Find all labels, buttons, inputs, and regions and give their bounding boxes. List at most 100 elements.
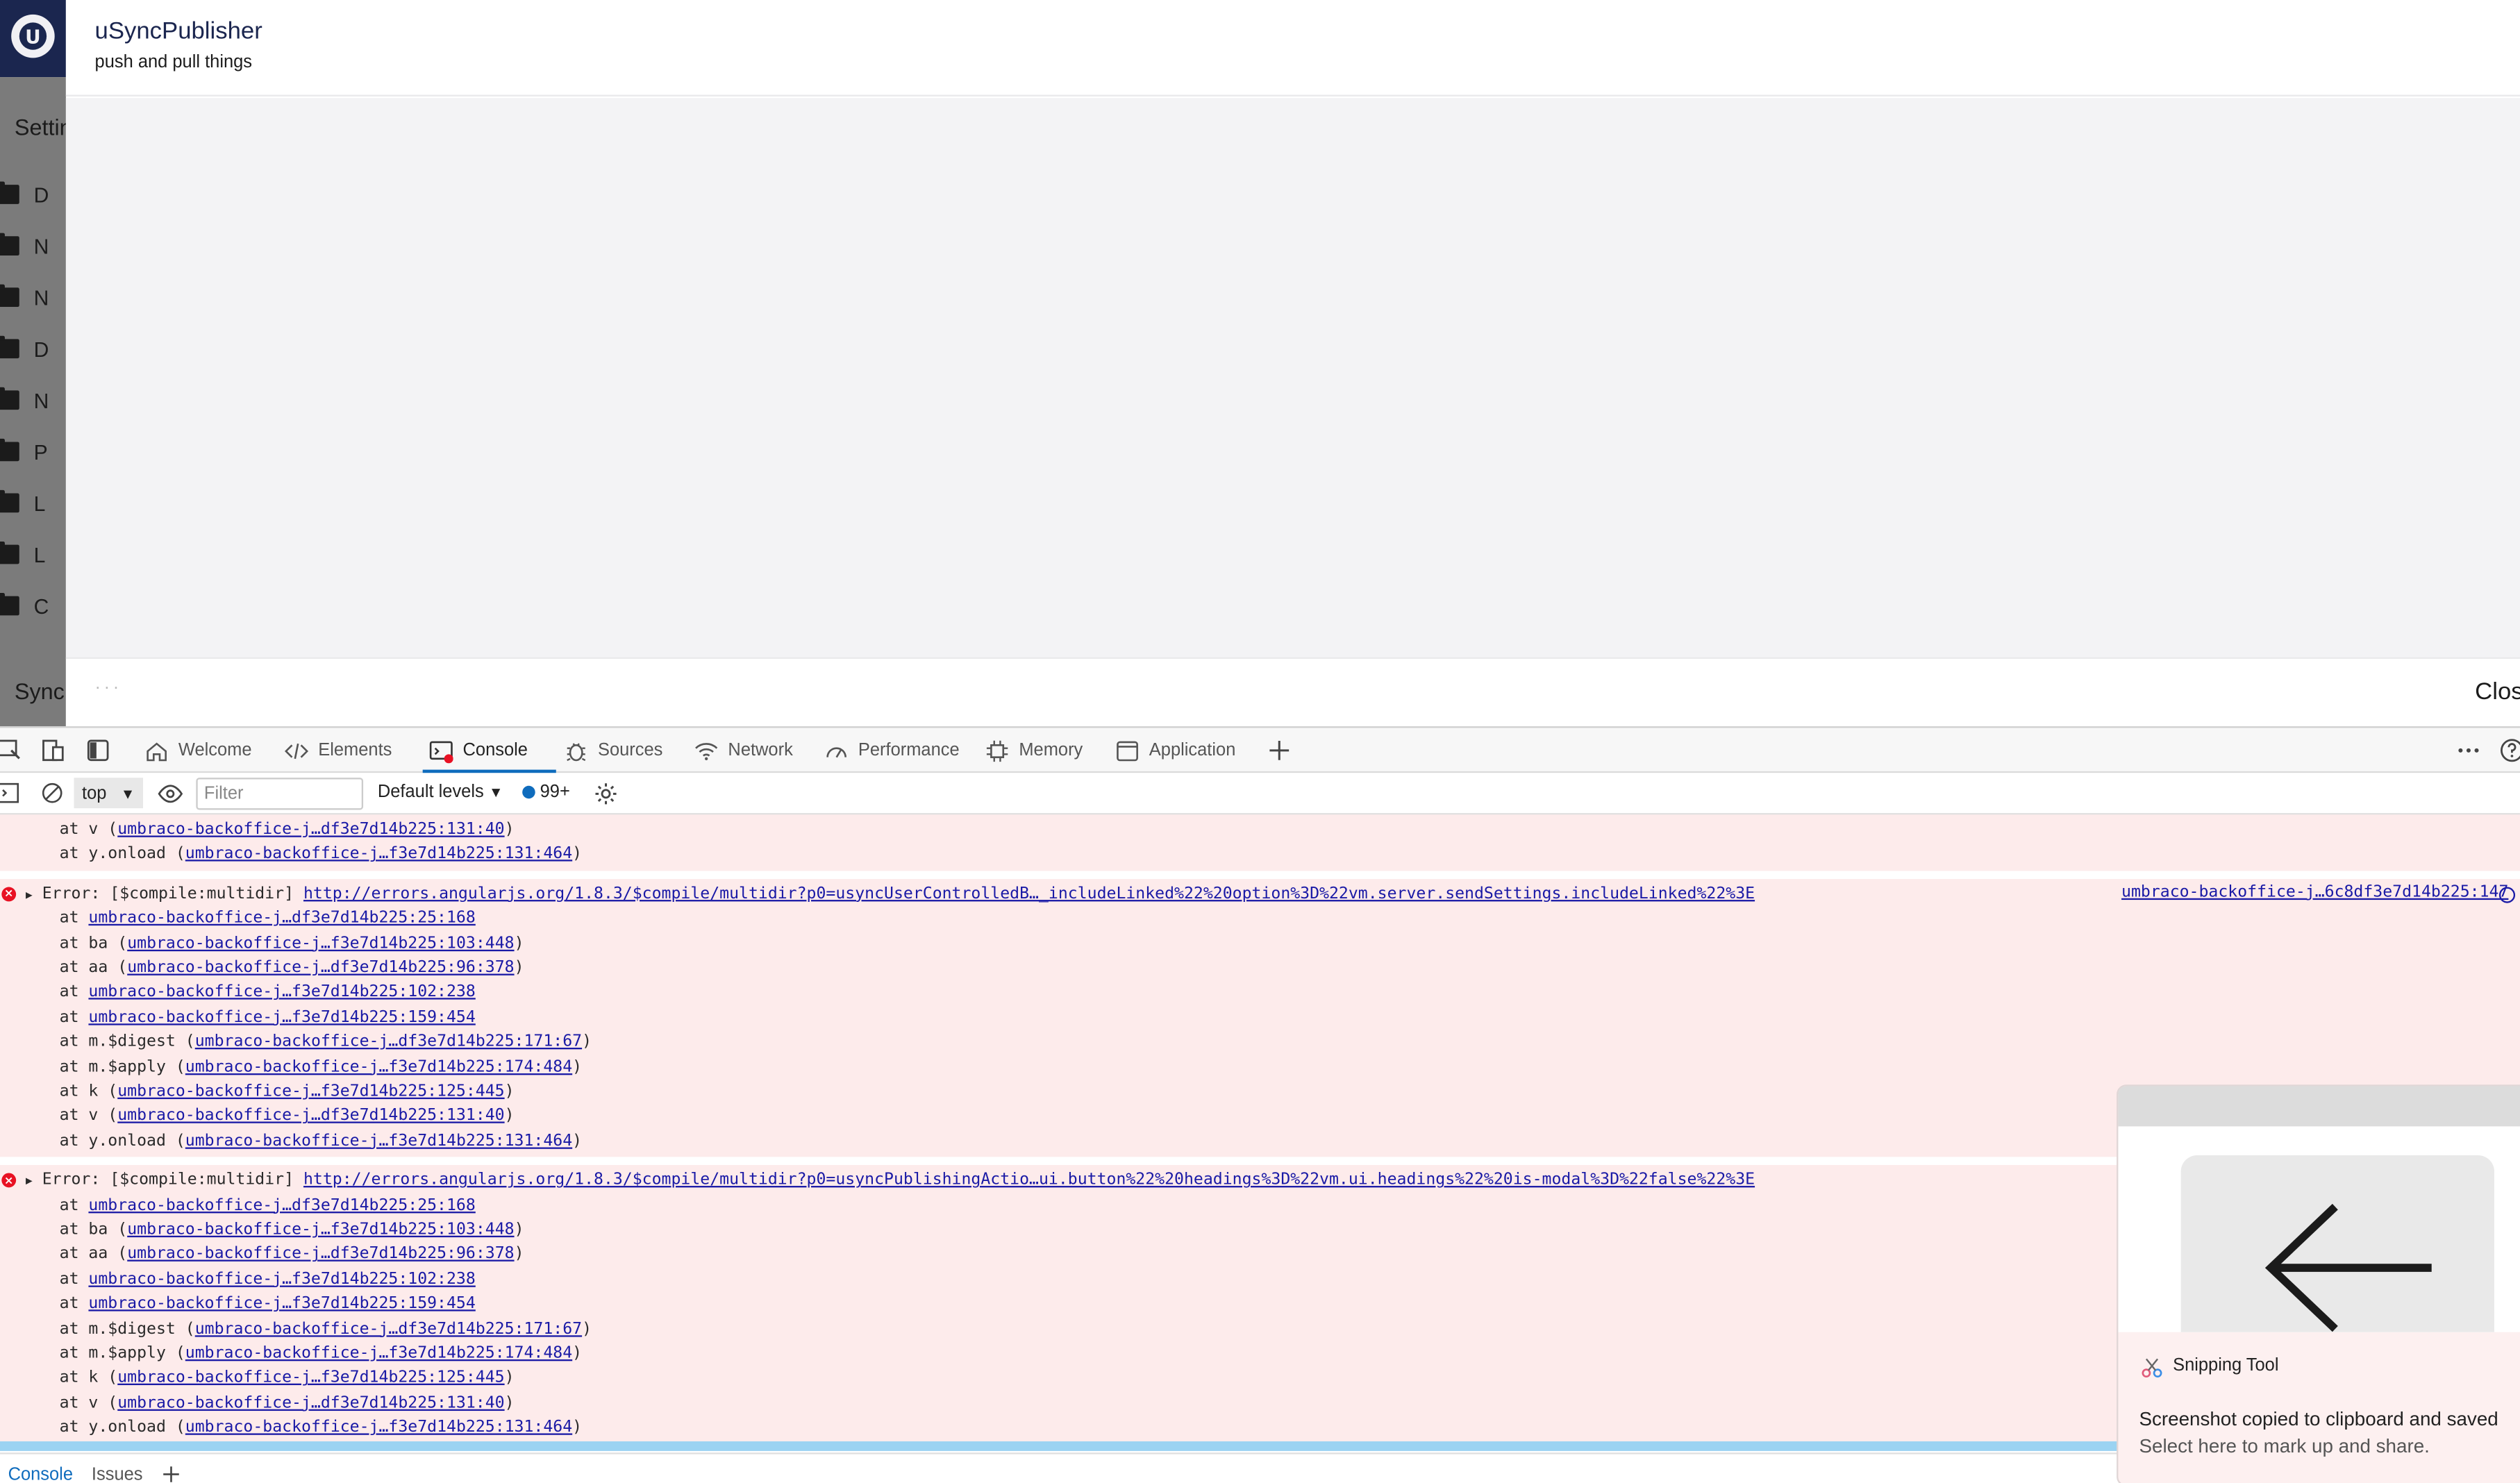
tree-item[interactable]: L <box>0 489 66 516</box>
dialog-footer: ··· Clos <box>65 657 2520 727</box>
settings-section-label: Settin <box>14 114 66 140</box>
stack-frame-link[interactable]: umbraco-backoffice-j…f3e7d14b225:125:445 <box>117 1370 504 1387</box>
screenshot-preview[interactable] <box>2118 1126 2520 1332</box>
inspect-element-icon[interactable] <box>0 737 22 763</box>
context-selector[interactable]: top ▼ <box>74 778 143 809</box>
stack-frame-link[interactable]: umbraco-backoffice-j…f3e7d14b225:131:464 <box>185 1132 572 1150</box>
toggle-sidebar-icon[interactable] <box>85 737 111 763</box>
stack-frame-link[interactable]: umbraco-backoffice-j…f3e7d14b225:103:448 <box>127 1221 514 1239</box>
stack-frame-link[interactable]: umbraco-backoffice-j…df3e7d14b225:171:67 <box>195 1034 582 1051</box>
clear-console-icon[interactable] <box>40 781 65 805</box>
tab-performance[interactable]: Performance <box>824 728 960 773</box>
tab-memory[interactable]: Memory <box>985 728 1083 773</box>
add-drawer-tab-icon[interactable] <box>160 1464 181 1483</box>
tab-network-label: Network <box>728 740 793 760</box>
drawer-tab-console[interactable]: Console <box>8 1466 73 1483</box>
stack-frame: at ba (umbraco-backoffice-j…f3e7d14b225:… <box>0 931 524 956</box>
stack-frame-link[interactable]: umbraco-backoffice-j…df3e7d14b225:96:378 <box>127 1246 514 1264</box>
tab-console-label: Console <box>462 740 528 760</box>
tree-item[interactable]: L <box>0 541 66 567</box>
stack-frame-link[interactable]: umbraco-backoffice-j…df3e7d14b225:96:378 <box>127 960 514 977</box>
stack-frame-text: at <box>59 1271 89 1289</box>
stack-frame: at aa (umbraco-backoffice-j…df3e7d14b225… <box>0 1243 524 1268</box>
error-source-link[interactable]: umbraco-backoffice-j…6c8df3e7d14b225:147 <box>2121 883 2508 900</box>
stack-frame-text: at <box>59 1008 89 1027</box>
tree-item[interactable]: C <box>0 593 66 619</box>
stack-frame-link[interactable]: umbraco-backoffice-j…f3e7d14b225:174:484 <box>185 1058 572 1075</box>
live-expression-eye-icon[interactable] <box>158 781 183 807</box>
tree-item[interactable]: P <box>0 438 66 464</box>
close-button[interactable]: Clos <box>2475 678 2520 705</box>
tab-application-label: Application <box>1149 740 1236 760</box>
error-message[interactable]: ▶ Error: [$compile:multidir] http://erro… <box>26 882 1755 907</box>
stack-frame-text: at <box>59 1196 89 1214</box>
stack-frame-text: at v ( <box>59 821 118 839</box>
tab-network[interactable]: Network <box>694 728 793 773</box>
stack-frame-link[interactable]: umbraco-backoffice-j…df3e7d14b225:131:40 <box>117 1108 504 1125</box>
console-toolbar: top ▼ Default levels ▼ 99+ <box>0 773 2520 815</box>
message-count-badge[interactable]: 99+ <box>522 782 570 802</box>
stack-frame: at m.$digest (umbraco-backoffice-j…df3e7… <box>0 1030 592 1055</box>
bug-icon <box>567 742 586 761</box>
stack-frame-link[interactable]: umbraco-backoffice-j…f3e7d14b225:159:454 <box>88 1009 475 1026</box>
tab-welcome[interactable]: Welcome <box>144 728 252 773</box>
log-levels-dropdown[interactable]: Default levels ▼ <box>378 782 503 802</box>
stack-frame-link[interactable]: umbraco-backoffice-j…df3e7d14b225:131:40 <box>117 821 504 839</box>
stack-frame-link[interactable]: umbraco-backoffice-j…f3e7d14b225:103:448 <box>127 935 514 952</box>
notification-submessage: Select here to mark up and share. <box>2139 1434 2430 1458</box>
stack-frame-link[interactable]: umbraco-backoffice-j…f3e7d14b225:131:464 <box>185 846 572 863</box>
tree-item[interactable]: N <box>0 233 66 259</box>
error-message[interactable]: ▶ Error: [$compile:multidir] http://erro… <box>26 1168 1755 1193</box>
expand-triangle-icon[interactable]: ▶ <box>26 1175 33 1188</box>
folder-icon <box>0 438 19 462</box>
settings-gear-icon[interactable] <box>593 781 619 807</box>
stack-frame-text: ) <box>582 1033 592 1052</box>
folder-icon <box>0 541 19 564</box>
stack-frame-link[interactable]: umbraco-backoffice-j…f3e7d14b225:174:484 <box>185 1345 572 1362</box>
more-options-icon[interactable] <box>2455 737 2481 763</box>
tree-item[interactable]: N <box>0 387 66 413</box>
stack-frame-link[interactable]: umbraco-backoffice-j…df3e7d14b225:171:67 <box>195 1321 582 1338</box>
stack-frame-link[interactable]: umbraco-backoffice-j…f3e7d14b225:159:454 <box>88 1296 475 1313</box>
show-sidebar-icon[interactable] <box>0 781 21 805</box>
stack-frame-link[interactable]: umbraco-backoffice-j…df3e7d14b225:131:40 <box>117 1394 504 1411</box>
tree-item-label: L <box>33 542 46 567</box>
tree-item[interactable]: D <box>0 181 66 208</box>
help-icon[interactable] <box>2499 737 2520 763</box>
error-prefix: Error: [$compile:multidir] <box>42 885 303 903</box>
device-emulation-icon[interactable] <box>40 737 66 763</box>
stack-frame: at v (umbraco-backoffice-j…df3e7d14b225:… <box>0 818 515 843</box>
stack-frame-text: ) <box>572 1419 583 1437</box>
tab-elements-label: Elements <box>318 740 392 760</box>
dialog-body <box>65 98 2520 657</box>
stack-frame-text: at aa ( <box>59 1246 128 1264</box>
chip-icon <box>986 739 1008 762</box>
tab-sources[interactable]: Sources <box>564 728 662 773</box>
snipping-tool-notification[interactable]: Snipping Tool Screenshot copied to clipb… <box>2117 1084 2520 1483</box>
wifi-icon <box>695 742 718 760</box>
folder-icon <box>0 335 19 359</box>
stack-frame-text: at m.$apply ( <box>59 1058 185 1076</box>
tab-application[interactable]: Application <box>1115 728 1235 773</box>
expand-triangle-icon[interactable]: ▶ <box>26 888 33 901</box>
stack-frame-text: at <box>59 1295 89 1314</box>
stack-frame-link[interactable]: umbraco-backoffice-j…f3e7d14b225:102:238 <box>88 1271 475 1288</box>
umbraco-logo-icon[interactable]: U <box>11 14 55 58</box>
error-url-link[interactable]: http://errors.angularjs.org/1.8.3/$compi… <box>303 885 1755 903</box>
tab-elements[interactable]: Elements <box>284 728 392 773</box>
console-filter-input[interactable] <box>196 778 364 810</box>
dialog-title: uSyncPublisher <box>94 17 262 45</box>
error-url-link[interactable]: http://errors.angularjs.org/1.8.3/$compi… <box>303 1172 1755 1189</box>
stack-frame-link[interactable]: umbraco-backoffice-j…df3e7d14b225:25:168 <box>88 1196 475 1214</box>
drawer-tab-issues[interactable]: Issues <box>92 1466 143 1483</box>
stack-frame-link[interactable]: umbraco-backoffice-j…df3e7d14b225:25:168 <box>88 910 475 927</box>
stack-frame-link[interactable]: umbraco-backoffice-j…f3e7d14b225:131:464 <box>185 1419 572 1436</box>
tab-console[interactable]: Console <box>422 728 558 775</box>
add-tab-icon[interactable] <box>1267 737 1292 763</box>
tree-item[interactable]: D <box>0 335 66 362</box>
tree-item[interactable]: N <box>0 284 66 310</box>
stack-frame: at m.$apply (umbraco-backoffice-j…f3e7d1… <box>0 1342 583 1367</box>
copilot-explain-icon[interactable] <box>2498 887 2516 903</box>
stack-frame-link[interactable]: umbraco-backoffice-j…f3e7d14b225:102:238 <box>88 984 475 1001</box>
stack-frame-link[interactable]: umbraco-backoffice-j…f3e7d14b225:125:445 <box>117 1083 504 1100</box>
